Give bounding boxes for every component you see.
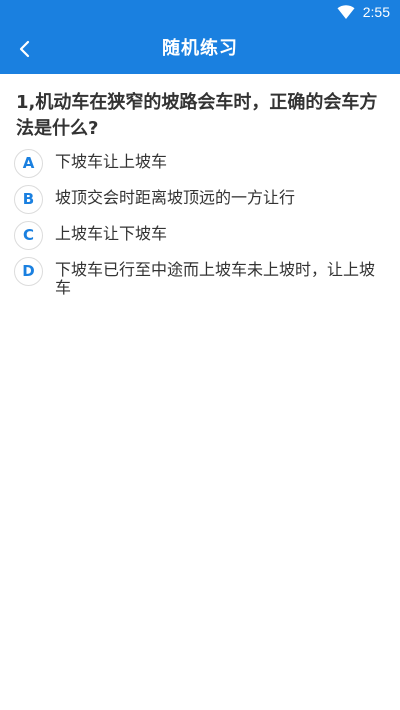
option-text: 上坡车让下坡车 <box>55 224 168 243</box>
option-text: 坡顶交会时距离坡顶远的一方让行 <box>55 188 296 207</box>
option-text: 下坡车已行至中途而上坡车未上坡时，让上坡车 <box>55 260 376 297</box>
option-a[interactable]: A 下坡车让上坡车 <box>14 149 386 179</box>
option-letter-badge: D <box>14 257 43 286</box>
option-c[interactable]: C 上坡车让下坡车 <box>14 221 386 251</box>
option-letter-badge: B <box>14 185 43 214</box>
status-bar: 2:55 <box>0 0 400 24</box>
page-title: 随机练习 <box>162 38 238 59</box>
app-bar: 随机练习 <box>0 24 400 74</box>
status-time: 2:55 <box>362 4 390 20</box>
option-b[interactable]: B 坡顶交会时距离坡顶远的一方让行 <box>14 185 386 215</box>
options-list: A 下坡车让上坡车 B 坡顶交会时距离坡顶远的一方让行 C 上坡车让下坡车 D … <box>14 149 386 303</box>
wifi-icon <box>337 4 355 20</box>
status-right: 2:55 <box>337 0 390 24</box>
question-text: 1,机动车在狭窄的坡路会车时，正确的会车方法是什么? <box>16 92 378 139</box>
option-letter-badge: A <box>14 149 43 178</box>
question-content: 1,机动车在狭窄的坡路会车时，正确的会车方法是什么? A 下坡车让上坡车 B 坡… <box>0 74 400 710</box>
option-d[interactable]: D 下坡车已行至中途而上坡车未上坡时，让上坡车 <box>14 257 386 297</box>
option-text: 下坡车让上坡车 <box>55 152 168 171</box>
option-letter-badge: C <box>14 221 43 250</box>
